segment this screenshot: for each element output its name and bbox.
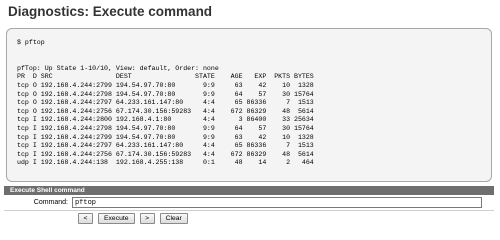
- section-header: Execute Shell command: [4, 186, 494, 195]
- command-label: Command:: [33, 199, 68, 206]
- command-row: Command:: [4, 195, 494, 211]
- next-command-button[interactable]: >: [139, 213, 155, 224]
- command-input[interactable]: [72, 197, 482, 208]
- clear-button[interactable]: Clear: [159, 213, 188, 224]
- execute-button[interactable]: Execute: [98, 213, 135, 224]
- command-output-box: $ pftop pfTop: Up State 1-10/10, View: d…: [6, 28, 492, 182]
- previous-command-button[interactable]: <: [78, 213, 93, 224]
- button-bar: < Execute > Clear: [78, 213, 188, 224]
- command-output: $ pftop pfTop: Up State 1-10/10, View: d…: [17, 39, 314, 167]
- page-title: Diagnostics: Execute command: [8, 4, 213, 19]
